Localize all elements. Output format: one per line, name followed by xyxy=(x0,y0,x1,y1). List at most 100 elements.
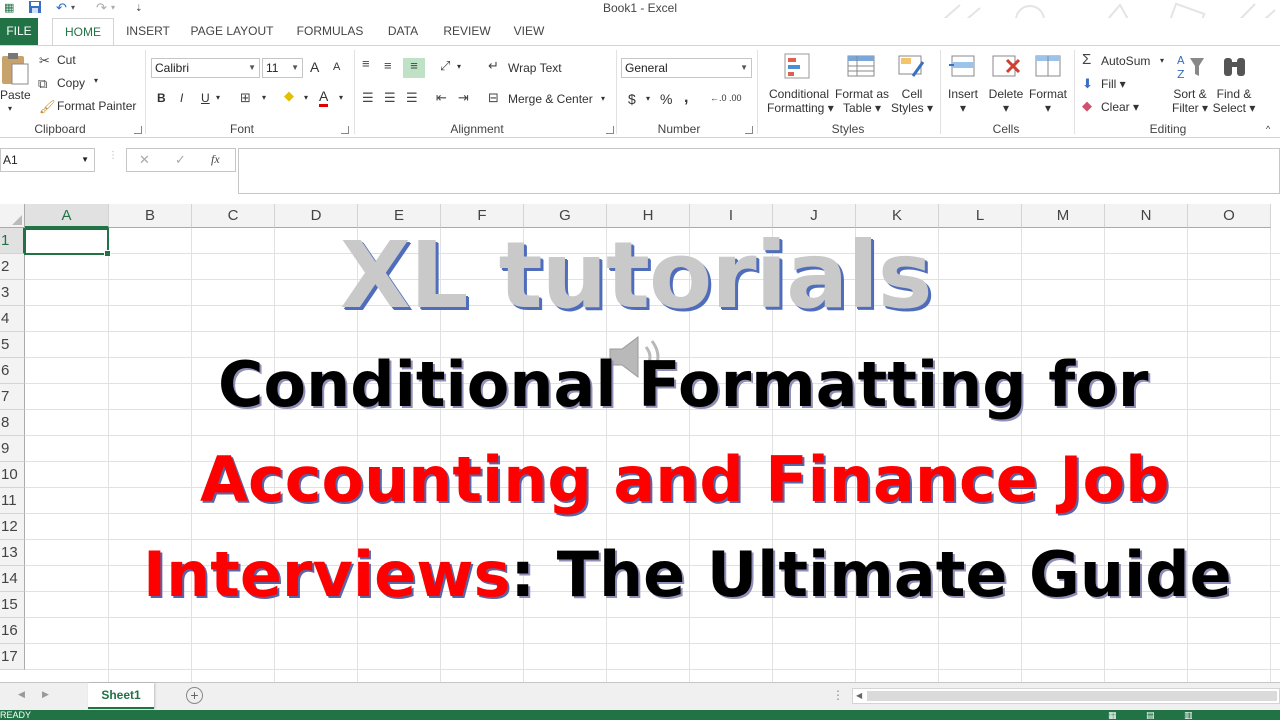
row-header-2[interactable]: 2 xyxy=(0,254,25,280)
row-header-13[interactable]: 13 xyxy=(0,540,25,566)
number-launcher-icon[interactable] xyxy=(745,126,753,134)
paste-dropdown-icon[interactable]: ▾ xyxy=(8,104,12,113)
column-header-l[interactable]: L xyxy=(939,204,1022,228)
horizontal-scrollbar[interactable]: ◀ xyxy=(852,688,1280,704)
shrink-font-button[interactable]: A xyxy=(333,61,340,73)
page-layout-view-icon[interactable]: ▤ xyxy=(1146,710,1155,720)
formula-input[interactable] xyxy=(238,148,1280,194)
font-color-dropdown-icon[interactable]: ▾ xyxy=(339,93,343,102)
format-painter-button[interactable]: Format Painter xyxy=(57,99,136,113)
sheet-tab-sheet1[interactable]: Sheet1 xyxy=(88,683,154,709)
fill-button[interactable]: Fill ▾ xyxy=(1101,77,1126,91)
increase-indent-icon[interactable]: ⇥ xyxy=(458,90,469,106)
row-header-4[interactable]: 4 xyxy=(0,306,25,332)
scroll-left-icon[interactable]: ◀ xyxy=(856,691,862,700)
autosum-button[interactable]: AutoSum xyxy=(1101,54,1150,68)
prev-sheet-icon[interactable]: ◀ xyxy=(18,689,25,700)
fill-color-dropdown-icon[interactable]: ▾ xyxy=(304,93,308,102)
active-cell-a1[interactable] xyxy=(24,228,111,257)
underline-dropdown-icon[interactable]: ▾ xyxy=(216,93,220,102)
select-all-corner[interactable] xyxy=(0,204,25,228)
tab-home[interactable]: HOME xyxy=(52,18,114,46)
align-middle-icon[interactable]: ≡ xyxy=(384,58,392,74)
normal-view-icon[interactable]: ▦ xyxy=(1108,710,1117,720)
underline-button[interactable]: U xyxy=(201,91,210,105)
conditional-formatting-button[interactable]: Conditional Formatting ▾ xyxy=(767,87,834,115)
font-size-select[interactable]: 11 ▼ xyxy=(262,58,303,78)
enter-icon[interactable]: ✓ xyxy=(175,152,186,168)
row-header-10[interactable]: 10 xyxy=(0,462,25,488)
scroll-split-handle-icon[interactable]: ⋮ xyxy=(832,688,844,702)
font-name-select[interactable]: Calibri ▼ xyxy=(151,58,260,78)
cut-button[interactable]: Cut xyxy=(57,53,76,67)
row-header-1[interactable]: 1 xyxy=(0,228,25,254)
find-select-button[interactable]: Find & Select ▾ xyxy=(1212,87,1256,115)
tab-formulas[interactable]: FORMULAS xyxy=(290,18,370,45)
page-break-view-icon[interactable]: ▥ xyxy=(1184,710,1193,720)
row-header-7[interactable]: 7 xyxy=(0,384,25,410)
tab-file[interactable]: FILE xyxy=(0,18,38,45)
tab-data[interactable]: DATA xyxy=(380,18,426,45)
insert-cells-button[interactable]: Insert ▾ xyxy=(943,87,983,115)
orientation-dropdown-icon[interactable]: ▾ xyxy=(457,62,461,71)
row-header-12[interactable]: 12 xyxy=(0,514,25,540)
row-header-17[interactable]: 17 xyxy=(0,644,25,670)
column-header-a[interactable]: A xyxy=(25,204,109,228)
row-header-6[interactable]: 6 xyxy=(0,358,25,384)
format-as-table-button[interactable]: Format as Table ▾ xyxy=(834,87,890,115)
format-cells-button[interactable]: Format ▾ xyxy=(1026,87,1070,115)
comma-button[interactable]: , xyxy=(684,89,688,107)
row-header-8[interactable]: 8 xyxy=(0,410,25,436)
tab-review[interactable]: REVIEW xyxy=(438,18,496,45)
row-header-3[interactable]: 3 xyxy=(0,280,25,306)
font-color-button[interactable]: A xyxy=(319,89,329,107)
align-right-icon[interactable]: ☰ xyxy=(406,90,418,106)
row-header-5[interactable]: 5 xyxy=(0,332,25,358)
paste-icon[interactable] xyxy=(0,50,30,90)
percent-button[interactable]: % xyxy=(660,91,672,107)
alignment-launcher-icon[interactable] xyxy=(606,126,614,134)
currency-dropdown-icon[interactable]: ▾ xyxy=(646,94,650,103)
row-header-16[interactable]: 16 xyxy=(0,618,25,644)
number-format-select[interactable]: General ▼ xyxy=(621,58,752,78)
row-header-15[interactable]: 15 xyxy=(0,592,25,618)
column-header-o[interactable]: O xyxy=(1188,204,1271,228)
increase-decimal-button[interactable]: ←.0 .00 xyxy=(710,93,742,103)
column-header-b[interactable]: B xyxy=(109,204,192,228)
cell-styles-button[interactable]: Cell Styles ▾ xyxy=(890,87,934,115)
delete-cells-button[interactable]: Delete ▾ xyxy=(985,87,1027,115)
decrease-indent-icon[interactable]: ⇤ xyxy=(436,90,447,106)
column-header-m[interactable]: M xyxy=(1022,204,1105,228)
fill-color-icon[interactable]: ◆ xyxy=(284,88,294,104)
merge-dropdown-icon[interactable]: ▾ xyxy=(601,94,605,103)
paste-button[interactable]: Paste xyxy=(0,88,31,102)
tab-insert[interactable]: INSERT xyxy=(122,18,174,45)
column-header-n[interactable]: N xyxy=(1105,204,1188,228)
copy-dropdown-icon[interactable]: ▾ xyxy=(94,76,98,85)
row-header-14[interactable]: 14 xyxy=(0,566,25,592)
wrap-text-button[interactable]: Wrap Text xyxy=(508,61,562,75)
borders-dropdown-icon[interactable]: ▾ xyxy=(262,93,266,102)
clipboard-launcher-icon[interactable] xyxy=(134,126,142,134)
font-launcher-icon[interactable] xyxy=(341,126,349,134)
autosum-dropdown-icon[interactable]: ▾ xyxy=(1160,56,1164,65)
bold-button[interactable]: B xyxy=(157,91,166,105)
merge-center-button[interactable]: Merge & Center xyxy=(508,92,593,106)
row-header-11[interactable]: 11 xyxy=(0,488,25,514)
borders-icon[interactable]: ⊞ xyxy=(240,90,251,106)
align-bottom-icon[interactable]: ≡ xyxy=(403,58,425,78)
collapse-ribbon-icon[interactable]: ^ xyxy=(1266,124,1270,134)
tab-page-layout[interactable]: PAGE LAYOUT xyxy=(186,18,278,45)
tab-view[interactable]: VIEW xyxy=(506,18,552,45)
insert-function-icon[interactable]: fx xyxy=(211,152,220,167)
next-sheet-icon[interactable]: ▶ xyxy=(42,689,49,700)
cancel-icon[interactable]: ✕ xyxy=(139,152,150,168)
align-left-icon[interactable]: ☰ xyxy=(362,90,374,106)
orientation-icon[interactable]: ⤢ xyxy=(440,58,450,74)
column-header-c[interactable]: C xyxy=(192,204,275,228)
grow-font-button[interactable]: A xyxy=(310,59,319,75)
formula-bar-grip-icon[interactable]: ⋮ xyxy=(108,150,118,161)
italic-button[interactable]: I xyxy=(180,91,183,105)
align-top-icon[interactable]: ≡ xyxy=(362,56,370,72)
copy-button[interactable]: Copy xyxy=(57,76,85,90)
